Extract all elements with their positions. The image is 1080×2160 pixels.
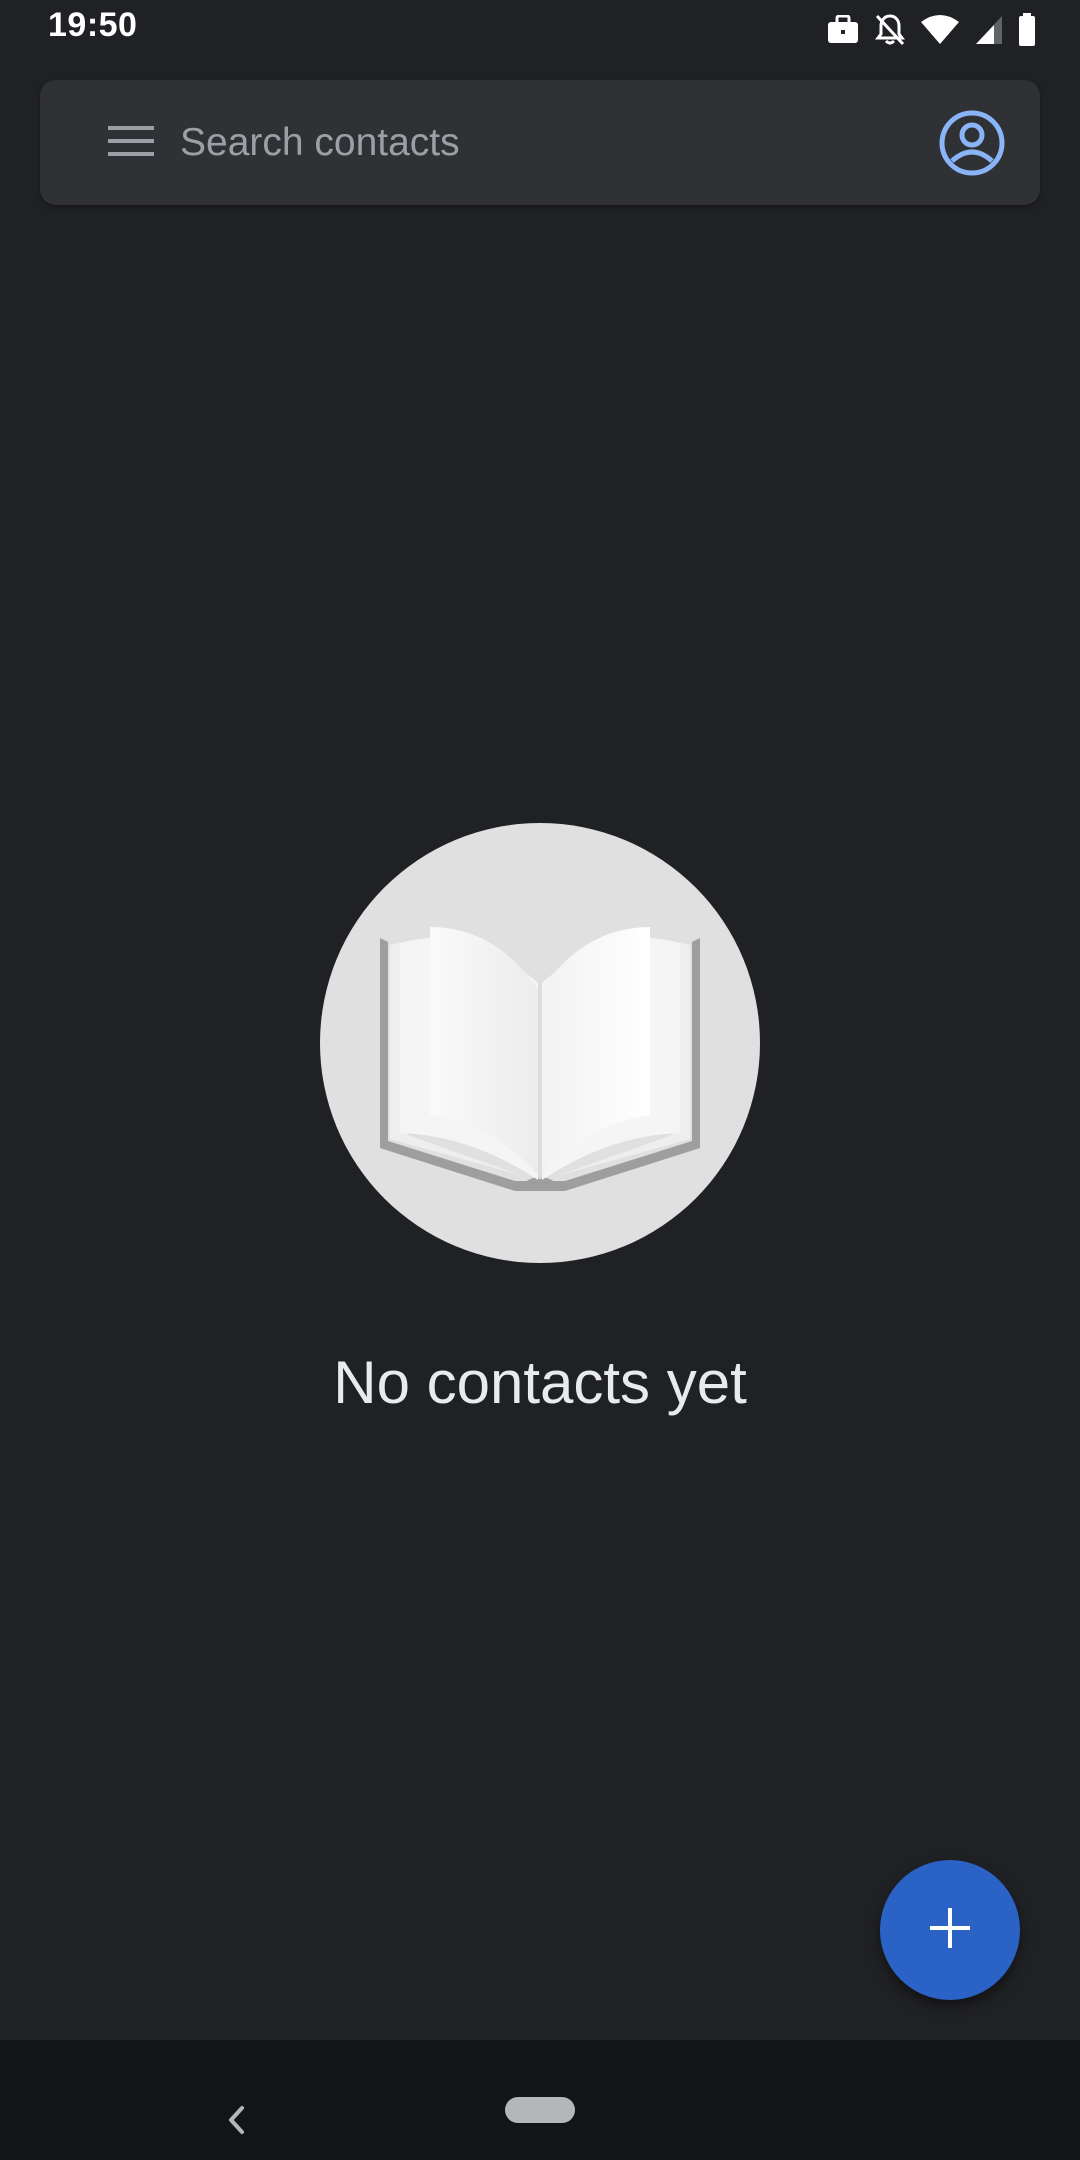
contacts-screen: 19:50 Search contacts No contacts yet: [0, 0, 1080, 2160]
status-bar: 19:50: [0, 0, 1080, 60]
back-icon: [222, 2106, 250, 2146]
briefcase-icon: [826, 15, 860, 45]
menu-icon: [108, 124, 154, 163]
empty-state-message: No contacts yet: [333, 1349, 747, 1416]
account-circle-icon: [938, 110, 1006, 181]
account-button[interactable]: [938, 109, 1006, 177]
status-time: 19:50: [48, 6, 138, 44]
back-button[interactable]: [222, 2098, 250, 2142]
home-button[interactable]: [505, 2097, 575, 2123]
navigation-bar: [0, 2040, 1080, 2160]
wifi-icon: [920, 14, 960, 46]
search-bar: Search contacts: [40, 80, 1040, 205]
signal-icon: [974, 14, 1004, 46]
menu-button[interactable]: [102, 114, 160, 172]
battery-icon: [1018, 13, 1036, 47]
search-input[interactable]: Search contacts: [180, 104, 940, 182]
status-icons: [826, 10, 1036, 50]
plus-icon: [928, 1906, 972, 1955]
open-book-icon: [320, 823, 760, 1263]
add-contact-button[interactable]: [880, 1860, 1020, 2000]
notifications-off-icon: [874, 13, 906, 47]
